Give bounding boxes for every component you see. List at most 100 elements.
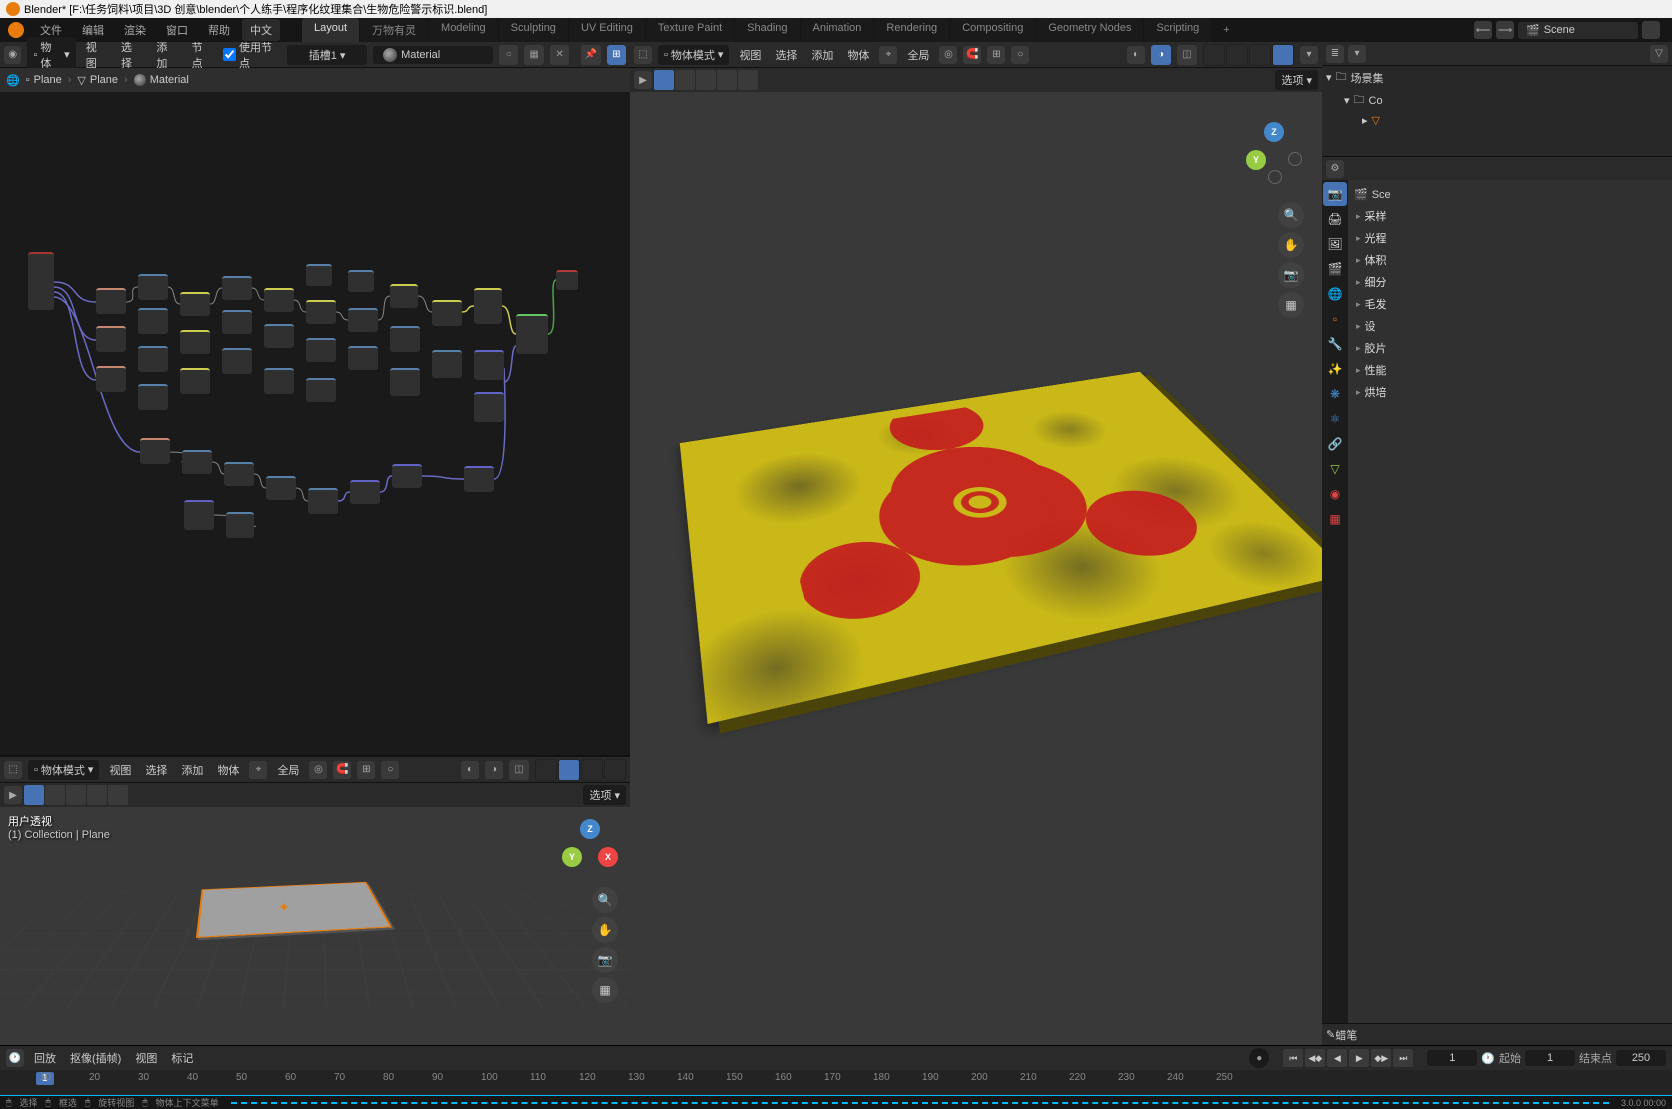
workspace-tab-万物有灵[interactable]: 万物有灵 [360, 18, 428, 42]
select-mode-3[interactable] [66, 785, 86, 805]
shader-node[interactable] [350, 480, 380, 504]
shade-solid-m[interactable] [1226, 44, 1248, 66]
gizmo-x-icon[interactable]: X [598, 847, 618, 867]
persp-icon[interactable]: ▦ [1278, 292, 1304, 318]
material-unlink-button[interactable]: ▦ [524, 45, 543, 65]
shader-node[interactable] [390, 326, 420, 352]
props-breadcrumb[interactable]: 🎬 Sce [1354, 184, 1666, 205]
select-mode-1[interactable] [24, 785, 44, 805]
shader-node[interactable] [390, 284, 418, 308]
play-icon[interactable]: ▶ [1349, 1049, 1369, 1067]
proportional-icon[interactable]: ○ [381, 761, 399, 779]
sm1[interactable] [654, 70, 674, 90]
keyframe-next-icon[interactable]: ◆▶ [1371, 1049, 1391, 1067]
vpm-menu-select[interactable]: 选择 [771, 45, 801, 65]
shader-node[interactable] [264, 288, 294, 312]
overlays-icon[interactable]: ◑ [485, 761, 503, 779]
camera-icon[interactable]: 📷 [592, 947, 618, 973]
vpm-menu-add[interactable]: 添加 [807, 45, 837, 65]
cursor-tool-icon[interactable]: ▶ [4, 786, 22, 804]
shade-render[interactable] [604, 759, 626, 781]
shader-node[interactable] [96, 326, 126, 352]
shader-node[interactable] [140, 438, 170, 464]
vp-menu-select[interactable]: 选择 [141, 760, 171, 780]
prop-tab-constraints[interactable]: 🔗 [1323, 432, 1347, 456]
workspace-tab-scripting[interactable]: Scripting [1144, 18, 1211, 42]
shader-node[interactable] [432, 350, 462, 378]
vp-menu-object[interactable]: 物体 [213, 760, 243, 780]
shader-node[interactable] [474, 350, 504, 380]
shade-solid[interactable] [558, 759, 580, 781]
sm4[interactable] [717, 70, 737, 90]
shader-node[interactable] [308, 488, 338, 514]
shader-node[interactable] [224, 462, 254, 486]
shade-options-icon[interactable]: ▾ [1300, 46, 1318, 64]
select-mode-4[interactable] [87, 785, 107, 805]
play-reverse-icon[interactable]: ◀ [1327, 1049, 1347, 1067]
shader-node[interactable] [306, 264, 332, 286]
select-mode-5[interactable] [108, 785, 128, 805]
shader-node[interactable] [182, 450, 212, 474]
camera-icon[interactable]: 📷 [1278, 262, 1304, 288]
prop-tab-data[interactable]: ▽ [1323, 457, 1347, 481]
shader-node[interactable] [266, 476, 296, 500]
prop-tab-effects[interactable]: ✨ [1323, 357, 1347, 381]
tl-keying[interactable]: 抠像(插帧) [66, 1048, 125, 1068]
shader-node[interactable] [348, 346, 378, 370]
shader-node[interactable] [222, 276, 252, 300]
shader-node[interactable] [306, 378, 336, 402]
shader-node[interactable] [306, 300, 336, 324]
prop-panel-采样[interactable]: ▸采样 [1354, 205, 1666, 227]
prop-panel-胶片[interactable]: ▸胶片 [1354, 337, 1666, 359]
editor-type-3dview-icon[interactable]: ⬚ [4, 761, 22, 779]
prop-panel-体积[interactable]: ▸体积 [1354, 249, 1666, 271]
cursor-tool-icon[interactable]: ▶ [634, 71, 652, 89]
shader-node[interactable] [390, 368, 420, 396]
gizmo-toggle-icon[interactable]: ◐ [1127, 46, 1145, 64]
shader-node[interactable] [28, 252, 54, 310]
orientation-global-main[interactable]: 全局 [903, 45, 933, 65]
shader-node[interactable] [348, 308, 378, 332]
autokey-icon[interactable]: ● [1249, 1048, 1269, 1068]
gizmo-y-icon[interactable]: Y [562, 847, 582, 867]
editor-type-timeline-icon[interactable]: 🕐 [6, 1049, 24, 1067]
shade-wire-m[interactable] [1203, 44, 1225, 66]
shader-node[interactable] [392, 464, 422, 488]
blender-logo-icon[interactable] [8, 22, 24, 38]
disclosure-icon[interactable]: ▸ [1362, 114, 1368, 127]
shader-node[interactable] [306, 338, 336, 362]
timeline-ruler[interactable]: 1 10203040506070809010011012013014015016… [0, 1070, 1672, 1095]
nav-gizmo-main[interactable]: Z Y [1246, 122, 1302, 178]
proportional-icon[interactable]: ○ [1011, 46, 1029, 64]
shader-node[interactable] [222, 310, 252, 334]
prop-tab-particles[interactable]: ❋ [1323, 382, 1347, 406]
end-frame[interactable]: 250 [1616, 1050, 1666, 1066]
breadcrumb-world[interactable]: 🌐 [6, 74, 20, 87]
pivot-icon[interactable]: ◎ [939, 46, 957, 64]
shader-node[interactable] [464, 466, 494, 492]
shader-node[interactable] [264, 368, 294, 394]
viewport-sm-canvas[interactable]: ✦ 用户透视 (1) Collection | Plane Z Y X 🔍 ✋ … [0, 807, 630, 1045]
vpm-menu-object[interactable]: 物体 [843, 45, 873, 65]
persp-icon[interactable]: ▦ [592, 977, 618, 1003]
workspace-tab-compositing[interactable]: Compositing [950, 18, 1035, 42]
shade-wire[interactable] [535, 759, 557, 781]
sm2[interactable] [675, 70, 695, 90]
prop-tab-world[interactable]: 🌐 [1323, 282, 1347, 306]
snap-icon[interactable]: ⊞ [607, 45, 626, 65]
gizmo-z-icon[interactable]: Z [580, 819, 600, 839]
prop-panel-细分[interactable]: ▸细分 [1354, 271, 1666, 293]
prop-panel-毛发[interactable]: ▸毛发 [1354, 293, 1666, 315]
breadcrumb-plane-obj[interactable]: ▫ Plane [26, 74, 62, 86]
shader-node[interactable] [516, 314, 548, 354]
prop-tab-texture[interactable]: ▦ [1323, 507, 1347, 531]
shader-node[interactable] [138, 308, 168, 334]
zoom-icon[interactable]: 🔍 [592, 887, 618, 913]
filter-icon[interactable]: ▽ [1650, 45, 1668, 63]
material-new-button[interactable]: ○ [499, 45, 518, 65]
shader-node[interactable] [180, 368, 210, 394]
shader-node[interactable] [138, 384, 168, 410]
shader-node[interactable] [432, 300, 462, 326]
prop-tab-viewlayer[interactable]: 🖼 [1323, 232, 1347, 256]
editor-type-3dview-icon[interactable]: ⬚ [634, 46, 652, 64]
